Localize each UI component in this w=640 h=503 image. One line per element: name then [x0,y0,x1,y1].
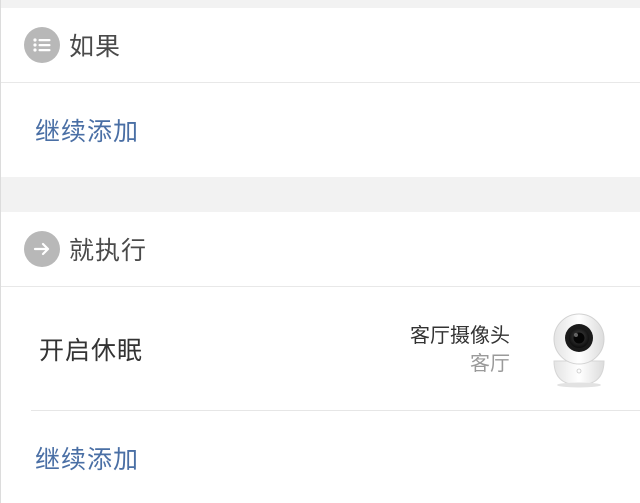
then-section-header: 就执行 [1,212,640,287]
arrow-right-icon [24,231,60,267]
device-room: 客厅 [470,351,510,375]
then-add-row: 继续添加 [1,411,640,503]
if-section-title: 如果 [69,32,122,61]
camera-icon [548,309,610,389]
then-add-action-button[interactable]: 继续添加 [35,440,139,476]
top-spacer [1,0,640,8]
list-icon [24,27,60,63]
section-divider [1,177,640,212]
if-section-header: 如果 [1,8,640,83]
then-section-title: 就执行 [69,236,148,265]
action-item[interactable]: 开启休眠 客厅摄像头 客厅 [1,287,640,411]
if-add-condition-button[interactable]: 继续添加 [35,112,139,148]
device-name: 客厅摄像头 [410,323,510,347]
scene-editor: 如果 继续添加 就执行 开启休眠 客厅摄像头 客厅 继续添加 [0,0,640,503]
action-label: 开启休眠 [39,336,144,365]
if-add-row: 继续添加 [1,83,640,177]
device-info: 客厅摄像头 客厅 [410,321,510,377]
